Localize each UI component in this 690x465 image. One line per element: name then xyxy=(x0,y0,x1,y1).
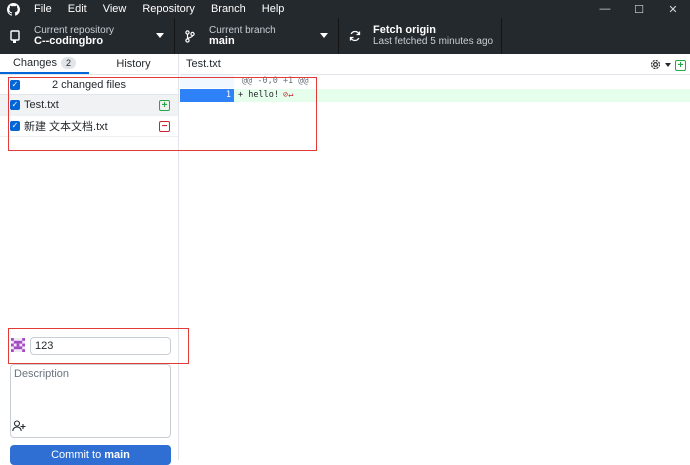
diff-file-name: Test.txt xyxy=(186,58,221,70)
menu-file[interactable]: File xyxy=(26,0,60,18)
commit-button[interactable]: Commit to main xyxy=(10,445,171,465)
chevron-down-icon xyxy=(156,33,164,38)
tab-changes-label: Changes xyxy=(12,57,58,69)
diff-tools: + xyxy=(649,58,686,72)
fetch-status: Last fetched 5 minutes ago xyxy=(373,36,494,47)
commit-button-branch: main xyxy=(104,449,130,461)
window-controls: — ☐ ✕ xyxy=(588,0,690,18)
add-coauthor-icon[interactable] xyxy=(12,420,26,432)
highlight-box-files xyxy=(8,77,317,151)
maximize-button[interactable]: ☐ xyxy=(622,0,656,18)
tab-changes[interactable]: Changes 2 xyxy=(0,54,89,74)
commit-button-label: Commit to xyxy=(51,449,102,461)
menu-branch[interactable]: Branch xyxy=(203,0,254,18)
expand-diff-icon[interactable]: + xyxy=(675,59,686,71)
current-repository-button[interactable]: Current repository C--codingbro xyxy=(0,18,175,54)
gear-icon[interactable] xyxy=(649,58,663,72)
commit-description-field[interactable]: Description xyxy=(10,364,171,438)
chevron-down-icon[interactable] xyxy=(665,63,671,67)
diff-header: Test.txt + xyxy=(180,54,690,75)
title-bar: File Edit View Repository Branch Help — … xyxy=(0,0,690,18)
menu-repository[interactable]: Repository xyxy=(134,0,203,18)
sidebar-tabs: Changes 2 History xyxy=(0,54,178,75)
changes-count-badge: 2 xyxy=(61,57,77,69)
sync-icon xyxy=(349,30,365,42)
tab-history-label: History xyxy=(116,58,151,70)
repo-name: C--codingbro xyxy=(34,35,104,47)
highlight-box-summary xyxy=(8,328,189,364)
branch-name: main xyxy=(209,35,235,47)
menu-view[interactable]: View xyxy=(95,0,135,18)
close-button[interactable]: ✕ xyxy=(656,0,690,18)
menu-help[interactable]: Help xyxy=(254,0,293,18)
menu-edit[interactable]: Edit xyxy=(60,0,95,18)
branch-icon xyxy=(185,29,201,43)
chevron-down-icon xyxy=(320,33,328,38)
menu-bar: File Edit View Repository Branch Help xyxy=(26,0,292,18)
toolbar: Current repository C--codingbro Current … xyxy=(0,18,690,54)
current-branch-button[interactable]: Current branch main xyxy=(175,18,339,54)
minimize-button[interactable]: — xyxy=(588,0,622,18)
fetch-label: Fetch origin xyxy=(373,24,436,36)
tab-history[interactable]: History xyxy=(89,54,178,74)
github-logo-icon xyxy=(0,2,26,16)
fetch-origin-button[interactable]: Fetch origin Last fetched 5 minutes ago xyxy=(339,18,502,54)
repo-icon xyxy=(10,29,26,43)
